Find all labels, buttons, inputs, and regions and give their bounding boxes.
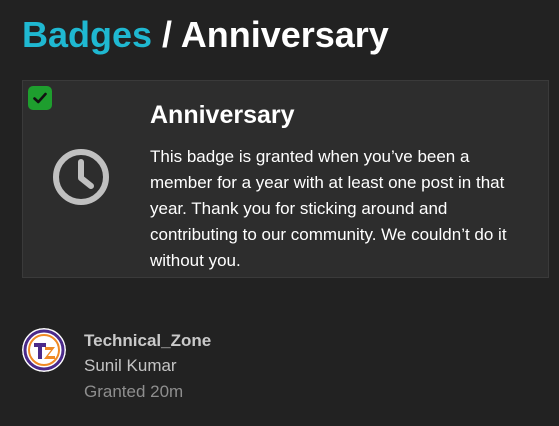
granted-timestamp: Granted 20m bbox=[84, 382, 184, 401]
badge-card: Anniversary This badge is granted when y… bbox=[22, 80, 549, 278]
badge-description: This badge is granted when you’ve been a… bbox=[150, 147, 507, 270]
page-title: Badges / Anniversary bbox=[22, 13, 389, 57]
breadcrumb-current: Anniversary bbox=[180, 14, 389, 55]
clock-icon bbox=[51, 147, 111, 207]
badge-title: Anniversary bbox=[150, 101, 295, 129]
badge-grant-entry: Technical_Zone Sunil Kumar Granted 20m bbox=[22, 326, 542, 406]
breadcrumb-badges-link[interactable]: Badges bbox=[22, 14, 152, 55]
username-link[interactable]: Technical_Zone bbox=[84, 330, 211, 352]
user-full-name: Sunil Kumar bbox=[84, 356, 177, 375]
avatar[interactable] bbox=[22, 328, 66, 372]
checkmark-icon bbox=[28, 86, 52, 110]
breadcrumb-separator: / bbox=[152, 14, 181, 55]
